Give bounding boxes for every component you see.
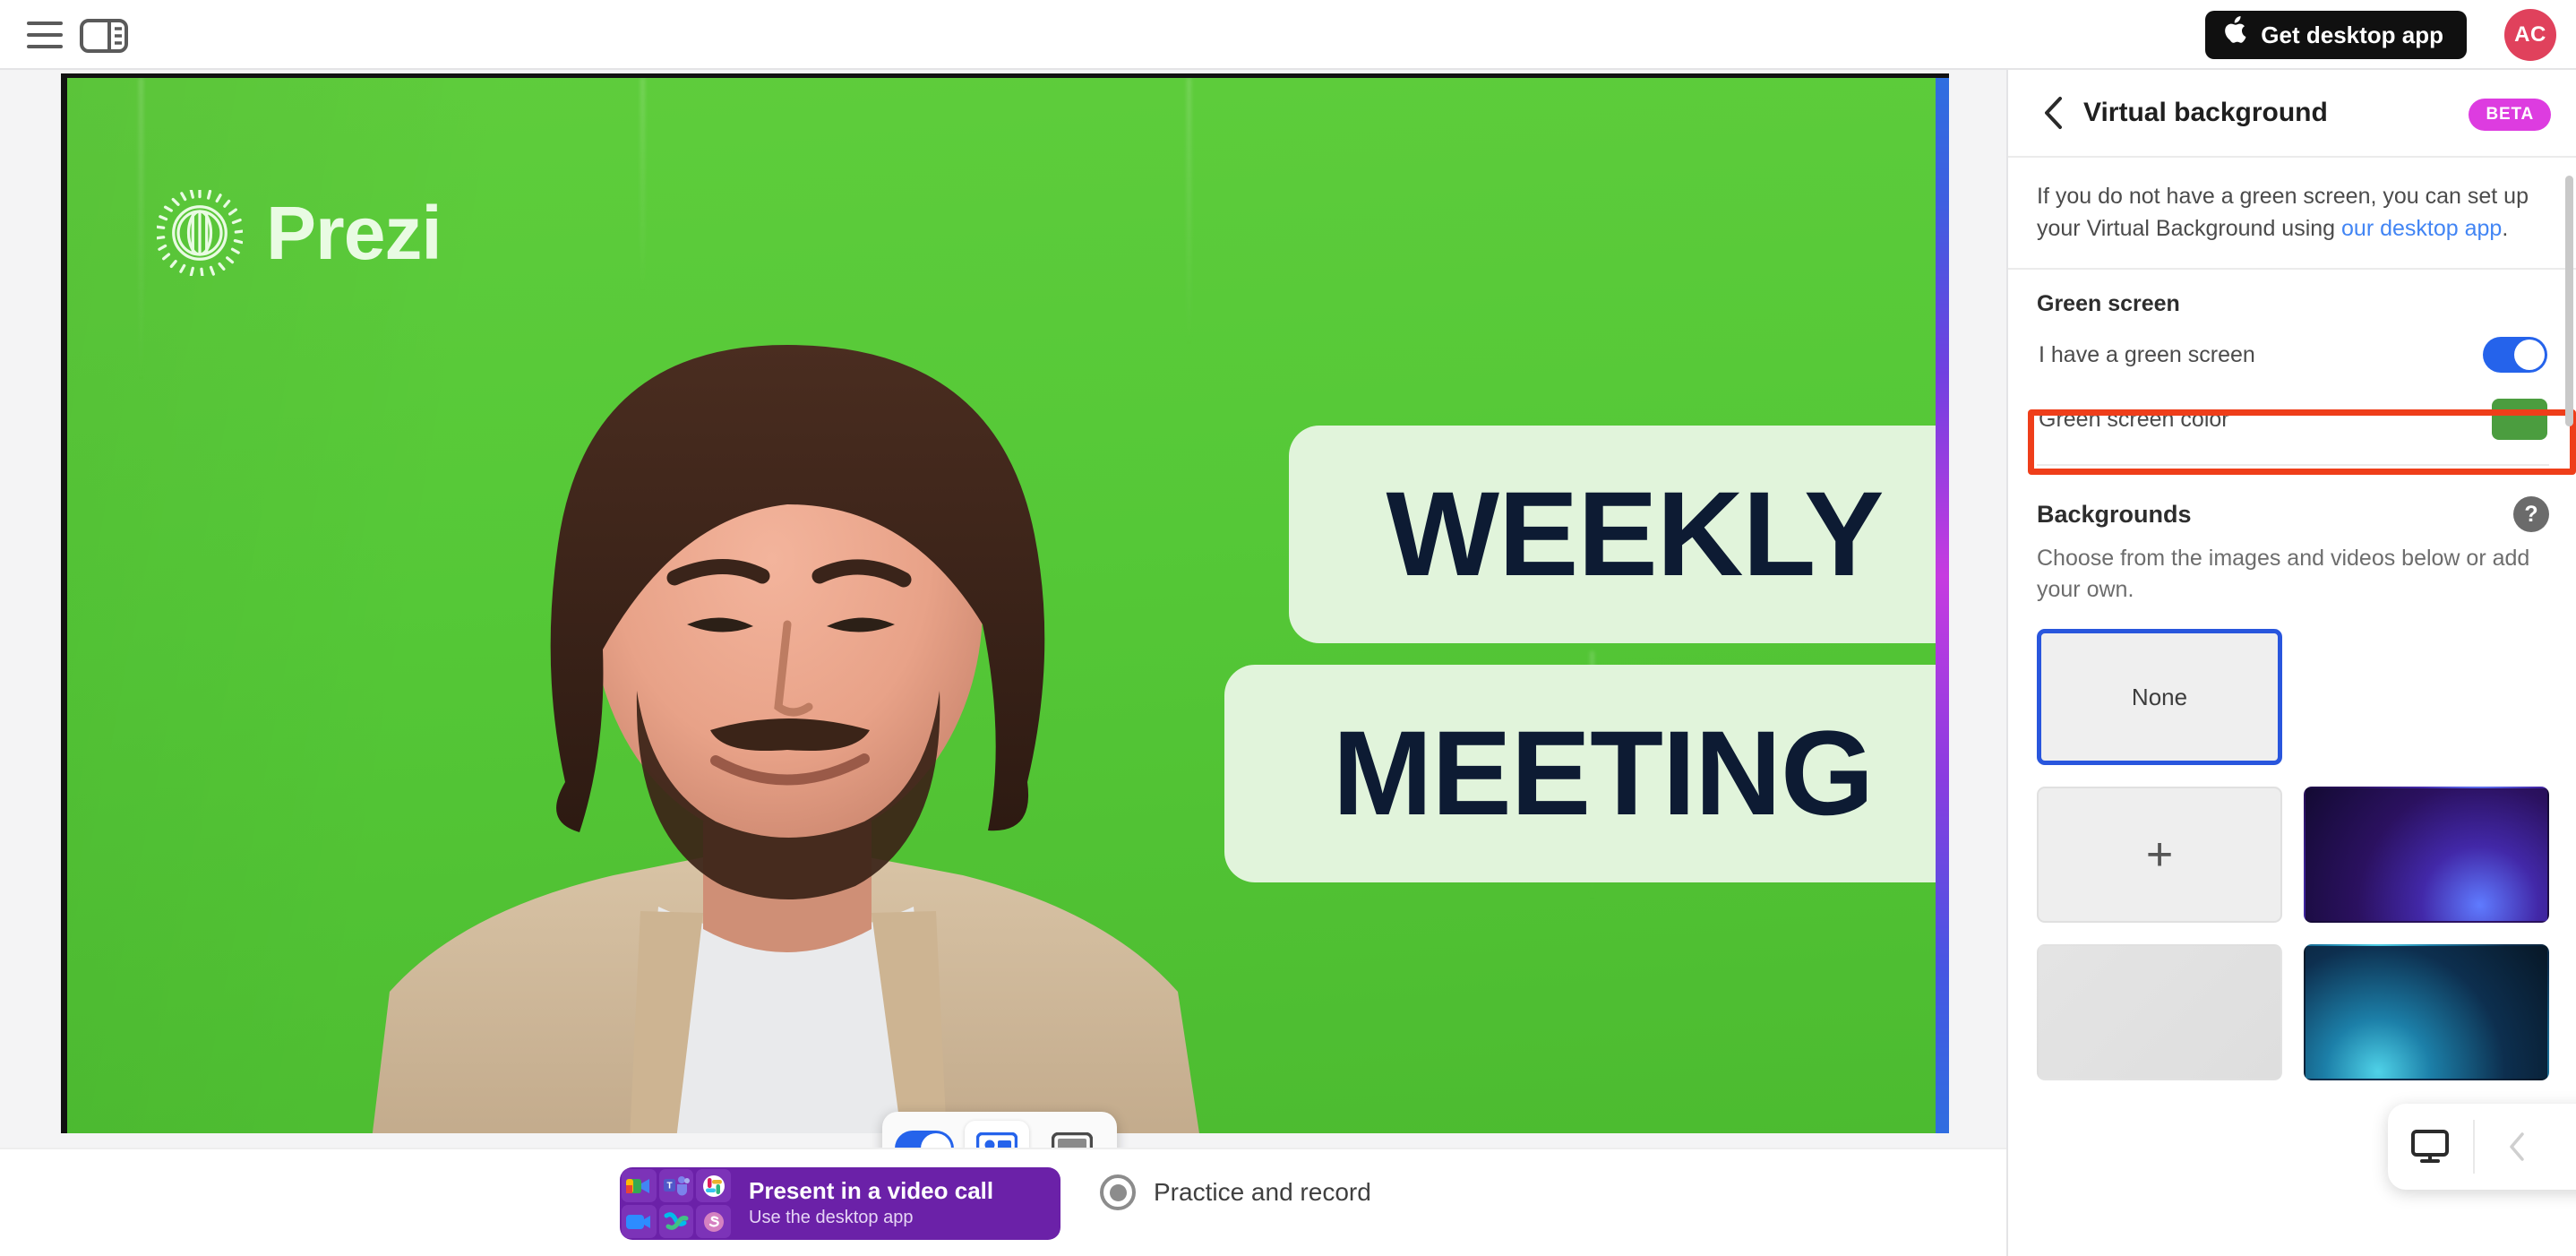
green-screen-toggle-row[interactable]: I have a green screen <box>2037 323 2549 387</box>
backgrounds-description: Choose from the images and videos below … <box>2037 546 2530 602</box>
green-screen-toggle[interactable] <box>2483 337 2547 373</box>
info-text-after: . <box>2502 215 2509 241</box>
help-question-icon[interactable]: ? <box>2513 496 2549 532</box>
panel-header: Virtual background BETA <box>2008 70 2576 158</box>
background-thumbnail-purple-nebula[interactable] <box>2304 787 2549 923</box>
plus-icon: + <box>2145 828 2174 881</box>
presenter-video <box>372 345 1199 1133</box>
slide-title-line-2: MEETING <box>1224 665 1949 882</box>
backgrounds-grid: None + <box>2037 629 2549 1080</box>
apple-logo-icon <box>2225 16 2248 50</box>
section-divider <box>2037 464 2549 466</box>
google-meet-icon <box>622 1169 657 1202</box>
skype-icon <box>696 1205 731 1238</box>
zoom-icon <box>622 1205 657 1238</box>
panel-layout-icon[interactable] <box>75 18 133 54</box>
bottom-bar: T Present in a video call Use the deskto… <box>0 1148 2006 1256</box>
hamburger-line <box>27 33 63 37</box>
background-thumbnail-teal-blue[interactable] <box>2304 944 2549 1080</box>
slide-accent-strip <box>1936 78 1949 1133</box>
hamburger-line <box>27 22 63 25</box>
present-card-title: Present in a video call <box>749 1176 994 1204</box>
practice-and-record-label: Practice and record <box>1154 1178 1371 1206</box>
green-screen-color-row[interactable]: Green screen color <box>2037 387 2549 452</box>
virtual-background-panel: Virtual background BETA If you do not ha… <box>2006 70 2576 1256</box>
prezi-wordmark: Prezi <box>266 191 442 275</box>
beta-badge: BETA <box>2469 99 2551 131</box>
video-app-icons: T <box>620 1167 733 1240</box>
top-bar: Get desktop app AC <box>0 0 2576 70</box>
backgrounds-header: Backgrounds ? <box>2037 496 2549 532</box>
microsoft-teams-icon: T <box>658 1169 694 1202</box>
slide-title-line-1: WEEKLY <box>1289 426 1949 643</box>
back-chevron-icon[interactable] <box>2037 97 2069 129</box>
green-screen-color-swatch[interactable] <box>2492 399 2547 440</box>
add-background-button[interactable]: + <box>2037 787 2282 923</box>
background-empty-slot <box>2304 629 2549 765</box>
slide-canvas[interactable]: Prezi WEEKLY MEETING <box>61 73 1949 1133</box>
webex-icon <box>658 1205 694 1238</box>
monitor-screen-icon[interactable] <box>2388 1104 2473 1190</box>
chevron-left-glyph <box>2510 1132 2524 1161</box>
chevron-right-icon[interactable] <box>2559 1104 2576 1190</box>
avatar-initials: AC <box>2514 22 2546 47</box>
panel-info-text: If you do not have a green screen, you c… <box>2008 158 2576 270</box>
panel-scrollbar[interactable] <box>2565 176 2573 426</box>
backgrounds-section: Backgrounds ? Choose from the images and… <box>2008 475 2576 1089</box>
present-card-text: Present in a video call Use the desktop … <box>733 1176 994 1230</box>
prezi-sunburst-icon <box>157 190 243 276</box>
practice-and-record-button[interactable]: Practice and record <box>1100 1174 1371 1210</box>
green-screen-section-label: Green screen <box>2037 291 2180 316</box>
svg-text:T: T <box>666 1181 672 1191</box>
present-in-video-call-card[interactable]: T Present in a video call Use the deskto… <box>620 1167 1060 1240</box>
avatar[interactable]: AC <box>2504 9 2556 61</box>
background-thumbnail-none[interactable]: None <box>2037 629 2282 765</box>
apple-logo-glyph <box>2225 16 2246 43</box>
page-title: Virtual background <box>2083 98 2328 127</box>
green-screen-toggle-label: I have a green screen <box>2039 341 2255 367</box>
monitor-glyph <box>2411 1130 2450 1163</box>
slack-icon <box>696 1169 731 1202</box>
green-screen-color-label: Green screen color <box>2039 406 2229 432</box>
hamburger-line <box>27 45 63 48</box>
get-desktop-app-button[interactable]: Get desktop app <box>2205 11 2467 59</box>
backdrop-streak <box>139 78 143 383</box>
background-preview-toolbar <box>2388 1104 2576 1190</box>
present-card-subtitle: Use the desktop app <box>749 1208 914 1228</box>
prezi-logo: Prezi <box>157 190 442 276</box>
back-chevron-glyph <box>2045 97 2062 129</box>
workspace: Prezi WEEKLY MEETING T Present in a vide… <box>0 70 2006 1256</box>
backgrounds-title: Backgrounds <box>2037 500 2192 528</box>
green-screen-section: Green screen I have a green screen Green… <box>2008 270 2576 475</box>
background-thumbnail-gray-gradient[interactable] <box>2037 944 2282 1080</box>
panel-layout-glyph <box>80 19 128 53</box>
chevron-left-icon[interactable] <box>2475 1104 2560 1190</box>
get-desktop-app-label: Get desktop app <box>2261 21 2443 48</box>
desktop-app-link[interactable]: our desktop app <box>2341 216 2502 241</box>
none-label: None <box>2131 683 2188 710</box>
record-icon <box>1100 1174 1136 1210</box>
hamburger-menu-icon[interactable] <box>20 19 70 51</box>
